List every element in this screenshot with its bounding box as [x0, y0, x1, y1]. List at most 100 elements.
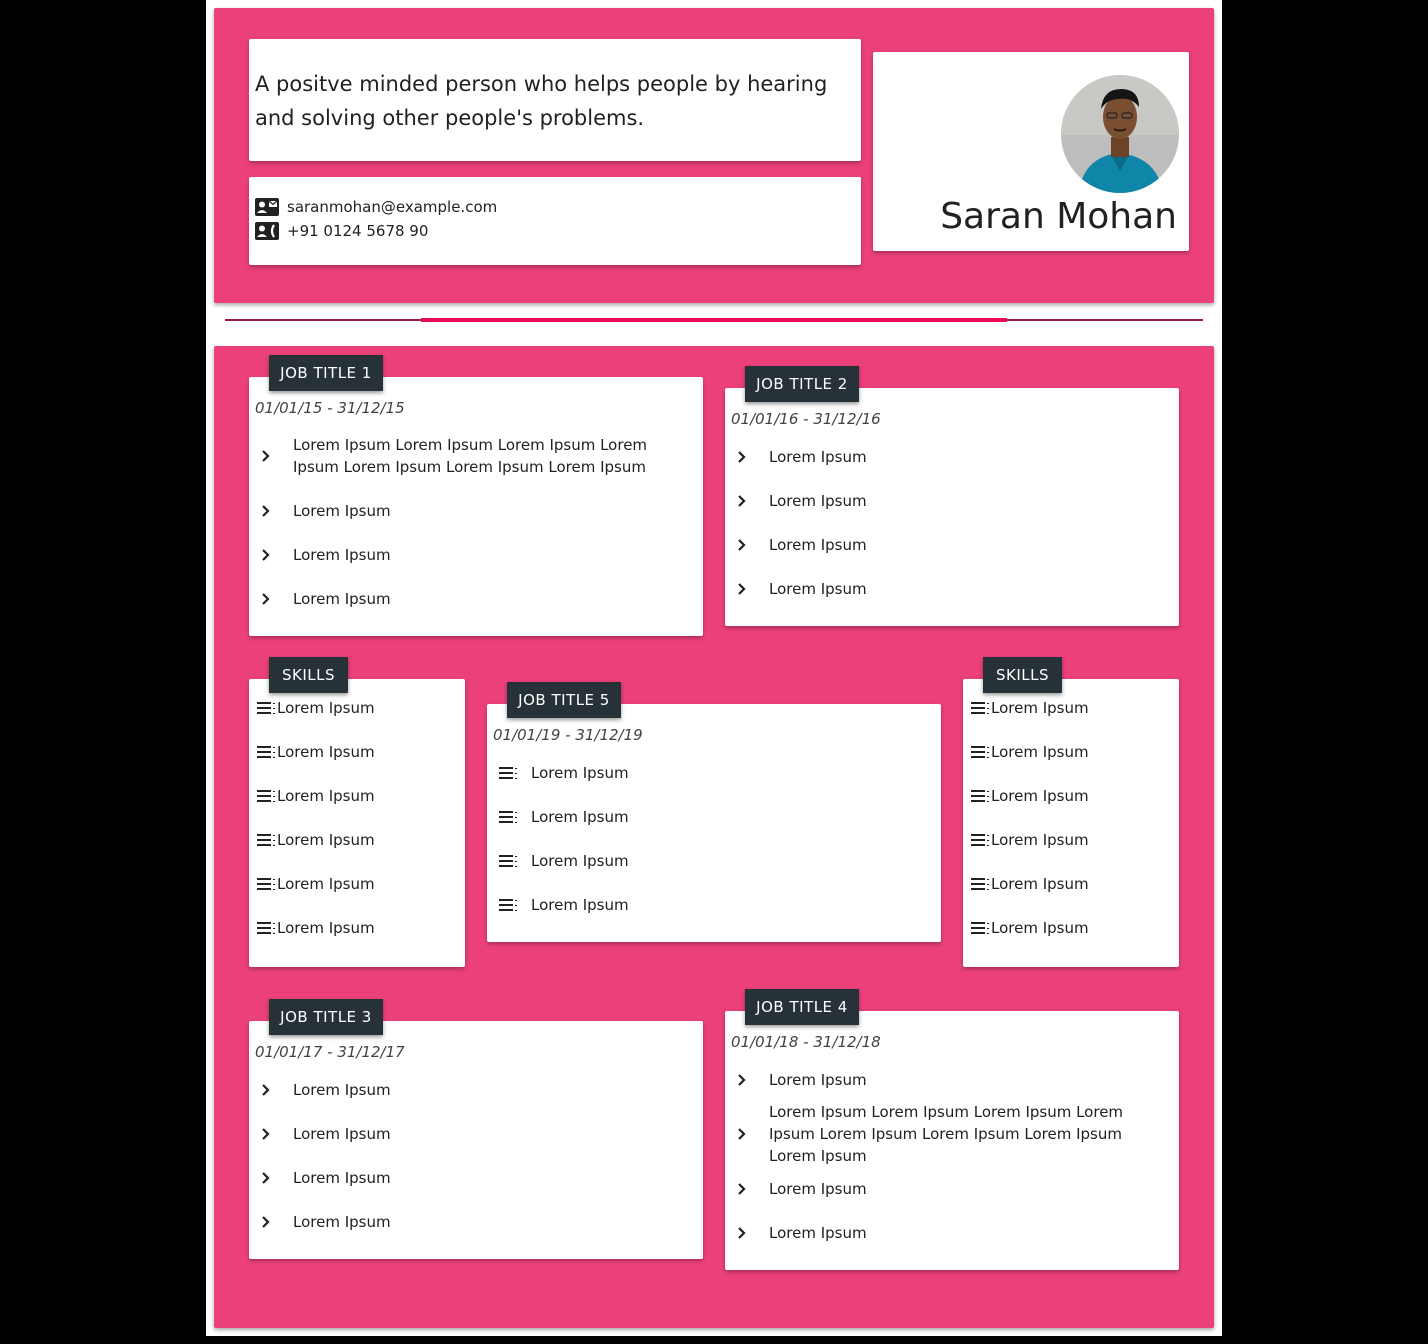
job-title-tag: JOB TITLE 2: [745, 366, 859, 402]
job-title-tag: JOB TITLE 4: [745, 989, 859, 1025]
skill-item: Lorem Ipsum: [971, 831, 1089, 849]
chevron-right-icon: [249, 548, 293, 562]
list-lines-icon: [971, 878, 989, 890]
chevron-right-icon: [725, 494, 769, 508]
chevron-right-icon: [725, 1226, 769, 1240]
skills-card-left: Lorem Ipsum Lorem Ipsum Lorem Ipsum Lore…: [249, 679, 465, 967]
skill-item: Lorem Ipsum: [257, 919, 375, 937]
list-item: Lorem Ipsum: [725, 489, 867, 513]
list-item: Lorem Ipsum: [249, 1078, 391, 1102]
contact-mail-icon: [255, 198, 279, 216]
contact-phone-icon: [255, 222, 279, 240]
list-lines-icon: [487, 810, 531, 824]
list-lines-icon: [971, 834, 989, 846]
list-item: Lorem Ipsum: [249, 499, 391, 523]
skills-tag: SKILLS: [269, 657, 348, 693]
list-lines-icon: [257, 922, 275, 934]
chevron-right-icon: [249, 449, 293, 463]
chevron-right-icon: [249, 1083, 293, 1097]
job-dates: 01/01/18 - 31/12/18: [731, 1033, 881, 1051]
skill-item: Lorem Ipsum: [257, 787, 375, 805]
chevron-right-icon: [725, 1073, 769, 1087]
skill-item: Lorem Ipsum: [257, 831, 375, 849]
list-item: Lorem Ipsum: [725, 533, 867, 557]
chevron-right-icon: [249, 504, 293, 518]
list-item: Lorem Ipsum: [725, 577, 867, 601]
list-item: Lorem Ipsum: [725, 1068, 867, 1092]
skill-item: Lorem Ipsum: [257, 875, 375, 893]
avatar-photo: [1061, 75, 1179, 193]
list-lines-icon: [487, 854, 531, 868]
chevron-right-icon: [725, 538, 769, 552]
contact-card: saranmohan@example.com +91 0124 5678 90: [249, 177, 861, 265]
list-item: Lorem Ipsum: [487, 805, 629, 829]
list-item: Lorem Ipsum: [249, 1210, 391, 1234]
email-row: saranmohan@example.com: [255, 195, 497, 219]
chevron-right-icon: [725, 1127, 769, 1141]
list-lines-icon: [971, 922, 989, 934]
job-title-tag: JOB TITLE 1: [269, 355, 383, 391]
list-item: Lorem Ipsum: [725, 445, 867, 469]
job-dates: 01/01/16 - 31/12/16: [731, 410, 881, 428]
chevron-right-icon: [249, 1171, 293, 1185]
skill-item: Lorem Ipsum: [971, 875, 1089, 893]
skill-item: Lorem Ipsum: [257, 699, 375, 717]
divider-accent: [421, 318, 1007, 322]
chevron-right-icon: [725, 450, 769, 464]
list-item: Lorem Ipsum Lorem Ipsum Lorem Ipsum Lore…: [725, 1103, 1165, 1165]
experience-panel: 01/01/15 - 31/12/15 Lorem Ipsum Lorem Ip…: [214, 346, 1214, 1328]
list-lines-icon: [971, 790, 989, 802]
list-lines-icon: [257, 746, 275, 758]
resume-page: A positve minded person who helps people…: [206, 0, 1222, 1336]
list-lines-icon: [487, 766, 531, 780]
chevron-right-icon: [725, 1182, 769, 1196]
job-card-1: 01/01/15 - 31/12/15 Lorem Ipsum Lorem Ip…: [249, 377, 703, 636]
list-lines-icon: [257, 702, 275, 714]
about-card: A positve minded person who helps people…: [249, 39, 861, 161]
skills-tag: SKILLS: [983, 657, 1062, 693]
job-card-4: 01/01/18 - 31/12/18 Lorem Ipsum Lorem Ip…: [725, 1011, 1179, 1270]
list-item: Lorem Ipsum: [487, 849, 629, 873]
job-dates: 01/01/15 - 31/12/15: [255, 399, 405, 417]
list-lines-icon: [257, 878, 275, 890]
job-dates: 01/01/17 - 31/12/17: [255, 1043, 405, 1061]
list-item: Lorem Ipsum: [487, 893, 629, 917]
list-item: Lorem Ipsum: [249, 1166, 391, 1190]
skill-item: Lorem Ipsum: [257, 743, 375, 761]
list-item: Lorem Ipsum: [249, 543, 391, 567]
job-card-3: 01/01/17 - 31/12/17 Lorem Ipsum Lorem Ip…: [249, 1021, 703, 1259]
chevron-right-icon: [249, 1127, 293, 1141]
chevron-right-icon: [725, 582, 769, 596]
job-title-tag: JOB TITLE 5: [507, 682, 621, 718]
list-lines-icon: [971, 702, 989, 714]
list-item: Lorem Ipsum: [249, 587, 391, 611]
chevron-right-icon: [249, 592, 293, 606]
list-lines-icon: [971, 746, 989, 758]
job-dates: 01/01/19 - 31/12/19: [493, 726, 643, 744]
profile-name: Saran Mohan: [940, 196, 1177, 237]
list-lines-icon: [257, 834, 275, 846]
list-lines-icon: [487, 898, 531, 912]
list-item: Lorem Ipsum Lorem Ipsum Lorem Ipsum Lore…: [249, 434, 689, 478]
list-item: Lorem Ipsum: [725, 1221, 867, 1245]
list-lines-icon: [257, 790, 275, 802]
job-title-tag: JOB TITLE 3: [269, 999, 383, 1035]
chevron-right-icon: [249, 1215, 293, 1229]
header-panel: A positve minded person who helps people…: [214, 8, 1214, 303]
about-text: A positve minded person who helps people…: [255, 72, 828, 130]
skill-item: Lorem Ipsum: [971, 787, 1089, 805]
avatar: [1061, 75, 1179, 193]
list-item: Lorem Ipsum: [249, 1122, 391, 1146]
email-text[interactable]: saranmohan@example.com: [287, 198, 497, 216]
skill-item: Lorem Ipsum: [971, 919, 1089, 937]
list-item: Lorem Ipsum: [725, 1177, 867, 1201]
list-item: Lorem Ipsum: [487, 761, 629, 785]
phone-text[interactable]: +91 0124 5678 90: [287, 222, 428, 240]
skills-card-right: Lorem Ipsum Lorem Ipsum Lorem Ipsum Lore…: [963, 679, 1179, 967]
job-card-2: 01/01/16 - 31/12/16 Lorem Ipsum Lorem Ip…: [725, 388, 1179, 626]
skill-item: Lorem Ipsum: [971, 743, 1089, 761]
profile-card: Saran Mohan: [873, 52, 1189, 251]
phone-row: +91 0124 5678 90: [255, 219, 497, 243]
job-card-5: 01/01/19 - 31/12/19 Lorem Ipsum Lorem Ip…: [487, 704, 941, 942]
skill-item: Lorem Ipsum: [971, 699, 1089, 717]
